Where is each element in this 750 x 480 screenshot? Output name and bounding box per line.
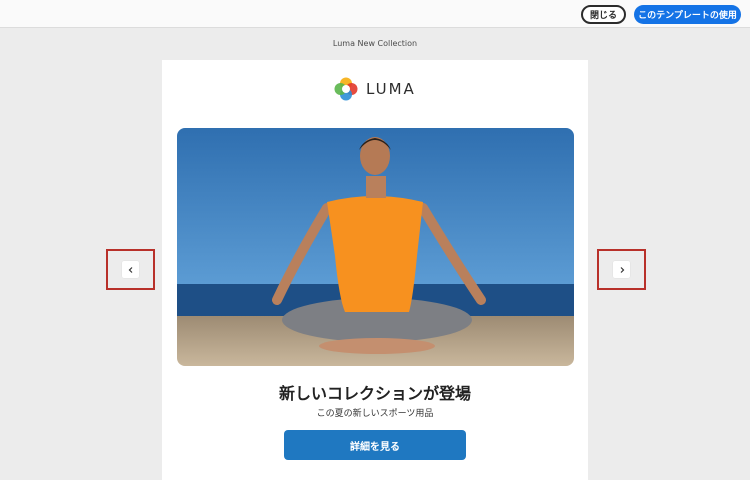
email-preview-card: LUMA 新しいコレクションが登場 この夏の新しいスポーツ用品 詳細を見る [162,60,588,480]
top-toolbar: 閉じる このテンプレートの使用 [0,0,750,28]
previous-button[interactable] [122,261,139,278]
chevron-right-icon [620,266,624,273]
luma-logo: LUMA [334,76,416,102]
cta-button[interactable]: 詳細を見る [284,430,466,460]
close-button[interactable]: 閉じる [581,5,626,24]
use-template-button[interactable]: このテンプレートの使用 [634,5,741,24]
chevron-left-icon [128,266,132,273]
hero-image [177,128,574,366]
next-highlight-frame [597,249,646,290]
hero-meditation-image [177,128,574,366]
email-headline: 新しいコレクションが登場 [278,384,471,403]
logo-text: LUMA [366,80,416,98]
next-button[interactable] [613,261,630,278]
preview-title: Luma New Collection [332,39,418,48]
email-subheadline: この夏の新しいスポーツ用品 [316,409,434,419]
luma-logo-mark-icon [334,77,358,101]
prev-highlight-frame [106,249,155,290]
